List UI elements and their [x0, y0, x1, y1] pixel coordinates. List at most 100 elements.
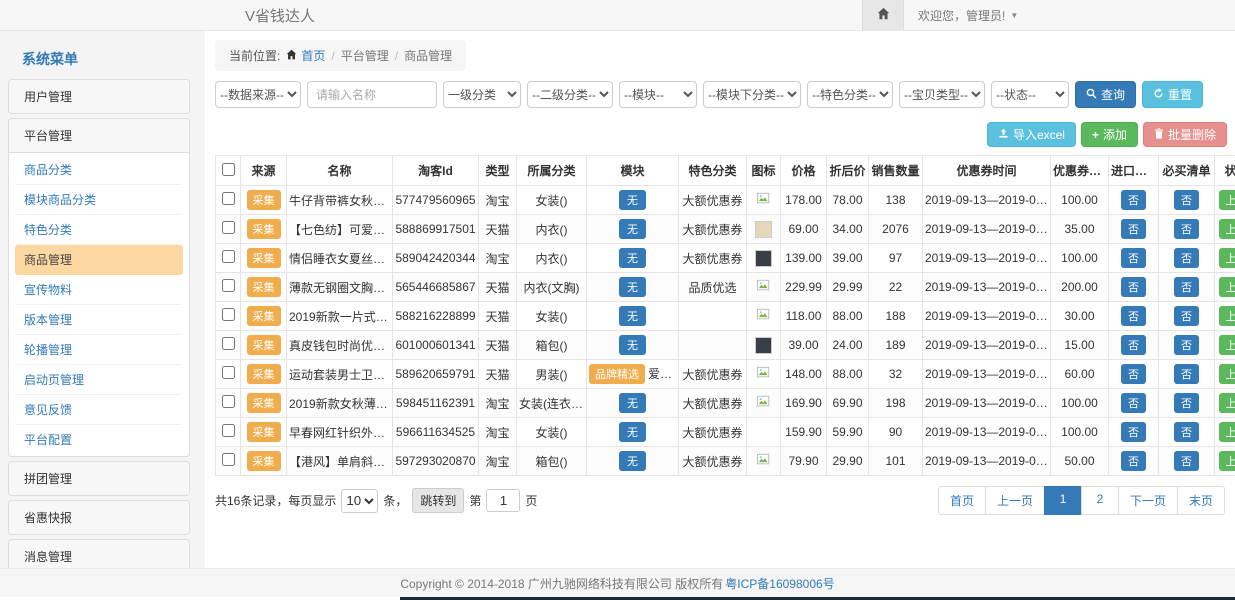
sidebar-group-消息管理[interactable]: 消息管理 — [9, 540, 189, 568]
import-choice-toggle[interactable]: 否 — [1121, 393, 1146, 413]
status-toggle[interactable]: 上架 — [1219, 393, 1235, 413]
import-choice-toggle[interactable]: 否 — [1121, 248, 1146, 268]
add-button[interactable]: + 添加 — [1081, 122, 1138, 147]
must-buy-toggle[interactable]: 否 — [1174, 335, 1199, 355]
status-toggle[interactable]: 上架 — [1219, 277, 1235, 297]
row-checkbox[interactable] — [222, 192, 235, 205]
icon-cell — [747, 418, 781, 447]
import-choice-toggle[interactable]: 否 — [1121, 306, 1146, 326]
status-toggle[interactable]: 上架 — [1219, 364, 1235, 384]
must-buy-toggle[interactable]: 否 — [1174, 451, 1199, 471]
module-badge: 无 — [619, 451, 646, 471]
reset-button[interactable]: 重置 — [1142, 81, 1203, 108]
status-toggle[interactable]: 上架 — [1219, 335, 1235, 355]
sidebar-group-省惠快报[interactable]: 省惠快报 — [9, 501, 189, 534]
must-buy-toggle[interactable]: 否 — [1174, 364, 1199, 384]
module-badge: 无 — [619, 422, 646, 442]
sidebar-item-特色分类[interactable]: 特色分类 — [15, 215, 183, 245]
status-toggle[interactable]: 上架 — [1219, 248, 1235, 268]
pager-button-下一页[interactable]: 下一页 — [1118, 486, 1178, 515]
row-checkbox[interactable] — [222, 424, 235, 437]
pager-button-2[interactable]: 2 — [1081, 486, 1119, 515]
price-cell: 229.99 — [781, 273, 827, 302]
row-checkbox[interactable] — [222, 279, 235, 292]
filter-select-module-subcategory[interactable]: --模块下分类-- — [703, 81, 801, 108]
sidebar-item-启动页管理[interactable]: 启动页管理 — [15, 365, 183, 395]
taoke-id-cell: 577479560965 — [393, 186, 479, 215]
row-checkbox[interactable] — [222, 221, 235, 234]
pager-button-末页[interactable]: 末页 — [1177, 486, 1225, 515]
status-toggle[interactable]: 上架 — [1219, 219, 1235, 239]
import-choice-toggle[interactable]: 否 — [1121, 190, 1146, 210]
source-cell: 采集 — [241, 360, 287, 389]
must-buy-toggle[interactable]: 否 — [1174, 422, 1199, 442]
import-excel-button[interactable]: 导入excel — [987, 122, 1076, 147]
filter-input-name[interactable] — [307, 81, 437, 108]
icp-link[interactable]: 粤ICP备16098006号 — [725, 575, 834, 592]
sidebar-group-平台管理[interactable]: 平台管理 — [9, 119, 189, 152]
sidebar-item-版本管理[interactable]: 版本管理 — [15, 305, 183, 335]
import-choice-toggle[interactable]: 否 — [1121, 364, 1146, 384]
filter-select-level2-category[interactable]: --二级分类-- — [527, 81, 613, 108]
status-toggle[interactable]: 上架 — [1219, 306, 1235, 326]
price-cell: 139.00 — [781, 244, 827, 273]
batch-delete-button[interactable]: 批量删除 — [1143, 122, 1227, 147]
import-choice-toggle[interactable]: 否 — [1121, 219, 1146, 239]
row-checkbox[interactable] — [222, 366, 235, 379]
table-row: 采集薄款无钢圈文胸聚拢性...565446685867天猫内衣(文胸)无品质优选… — [216, 273, 1235, 302]
header-checkbox-cell — [216, 156, 241, 186]
must-buy-toggle[interactable]: 否 — [1174, 393, 1199, 413]
row-checkbox[interactable] — [222, 453, 235, 466]
sidebar-item-商品管理[interactable]: 商品管理 — [15, 245, 183, 275]
module-cell: 无 — [587, 389, 679, 418]
row-checkbox[interactable] — [222, 250, 235, 263]
sidebar-group-拼团管理[interactable]: 拼团管理 — [9, 462, 189, 495]
import-choice-toggle[interactable]: 否 — [1121, 277, 1146, 297]
per-page-select[interactable]: 10 — [341, 489, 378, 513]
pager-button-上一页[interactable]: 上一页 — [985, 486, 1045, 515]
import-choice-toggle[interactable]: 否 — [1121, 422, 1146, 442]
category-cell: 男装() — [517, 360, 587, 389]
filter-select-data-source[interactable]: --数据来源-- — [215, 81, 301, 108]
must-buy-toggle[interactable]: 否 — [1174, 248, 1199, 268]
sidebar-group-用户管理[interactable]: 用户管理 — [9, 80, 189, 113]
search-button[interactable]: 查询 — [1075, 81, 1136, 108]
row-checkbox[interactable] — [222, 337, 235, 350]
category-cell: 内衣() — [517, 215, 587, 244]
pager-button-1[interactable]: 1 — [1044, 486, 1082, 515]
user-menu[interactable]: 欢迎您，管理员! ▼ — [918, 7, 1018, 24]
sales-cell: 2076 — [869, 215, 923, 244]
must-buy-toggle[interactable]: 否 — [1174, 219, 1199, 239]
import-choice-toggle[interactable]: 否 — [1121, 451, 1146, 471]
sidebar-item-模块商品分类[interactable]: 模块商品分类 — [15, 185, 183, 215]
sidebar-item-平台配置[interactable]: 平台配置 — [15, 425, 183, 454]
must-buy-toggle[interactable]: 否 — [1174, 277, 1199, 297]
broken-image-icon — [757, 368, 771, 382]
sidebar-item-宣传物料[interactable]: 宣传物料 — [15, 275, 183, 305]
jump-button[interactable]: 跳转到 — [412, 488, 464, 513]
filter-select-item-type[interactable]: --宝贝类型-- — [899, 81, 985, 108]
row-checkbox[interactable] — [222, 395, 235, 408]
sidebar-item-轮播管理[interactable]: 轮播管理 — [15, 335, 183, 365]
page-number-input[interactable] — [486, 489, 520, 512]
status-toggle[interactable]: 上架 — [1219, 451, 1235, 471]
status-toggle[interactable]: 上架 — [1219, 190, 1235, 210]
name-cell: 2019新款女秋薄款... — [287, 389, 393, 418]
source-badge: 采集 — [247, 335, 281, 355]
must-buy-toggle[interactable]: 否 — [1174, 306, 1199, 326]
sidebar-item-意见反馈[interactable]: 意见反馈 — [15, 395, 183, 425]
breadcrumb-home-link[interactable]: 首页 — [286, 47, 325, 64]
filter-select-level1-category[interactable]: 一级分类 — [443, 81, 521, 108]
status-toggle[interactable]: 上架 — [1219, 422, 1235, 442]
coupon-amount-cell: 30.00 — [1051, 302, 1109, 331]
row-checkbox[interactable] — [222, 308, 235, 321]
must-buy-toggle[interactable]: 否 — [1174, 190, 1199, 210]
sidebar-item-商品分类[interactable]: 商品分类 — [15, 155, 183, 185]
pager-button-首页[interactable]: 首页 — [938, 486, 986, 515]
filter-select-feature-category[interactable]: --特色分类-- — [807, 81, 893, 108]
filter-select-status[interactable]: --状态-- — [991, 81, 1069, 108]
filter-select-module[interactable]: --模块-- — [619, 81, 697, 108]
select-all-checkbox[interactable] — [222, 163, 235, 176]
home-button[interactable] — [862, 0, 904, 30]
import-choice-toggle[interactable]: 否 — [1121, 335, 1146, 355]
